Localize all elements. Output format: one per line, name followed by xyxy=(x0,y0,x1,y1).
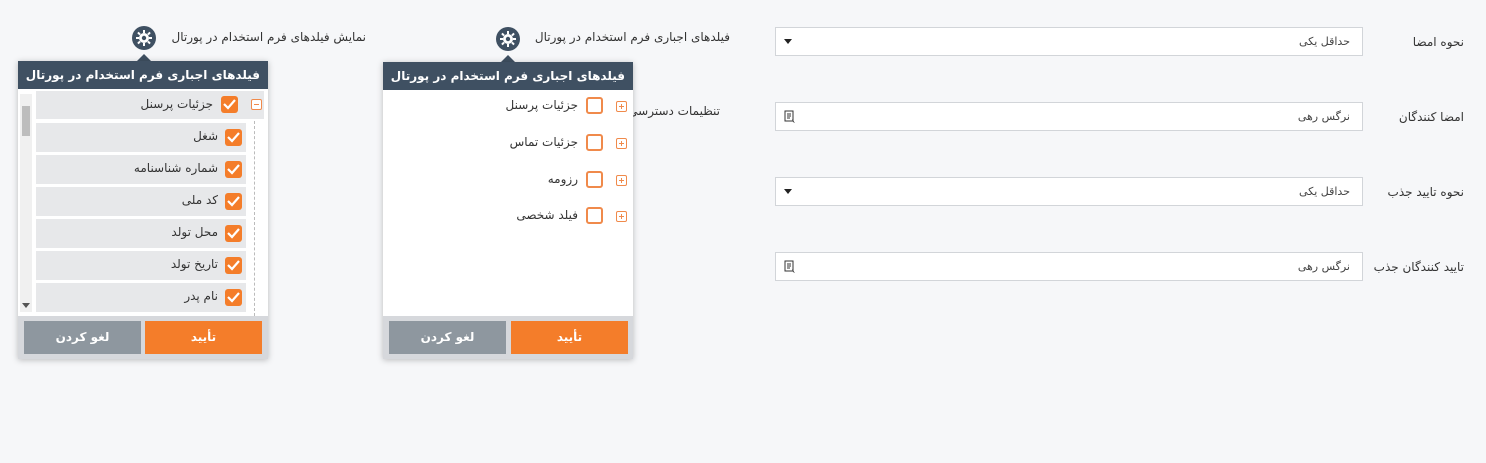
list-item-label: تاریخ تولد xyxy=(170,257,218,271)
checkbox-icon[interactable] xyxy=(586,134,603,151)
tree-line xyxy=(254,121,255,316)
checkbox-icon[interactable] xyxy=(225,257,242,274)
left-header-label: نمایش فیلدهای فرم استخدام در پورتال xyxy=(171,30,366,44)
hire-confirmers-value: نرگس رهی xyxy=(1297,260,1350,273)
left-panel-title: فیلدهای اجباری فرم استخدام در پورتال xyxy=(18,61,268,89)
cancel-button[interactable]: لغو کردن xyxy=(389,321,506,354)
panel-pointer xyxy=(501,55,515,62)
lookup-icon[interactable] xyxy=(784,110,796,124)
list-item-label: محل تولد xyxy=(171,225,218,239)
hire-confirm-mode-value: حداقل یکی xyxy=(1298,185,1350,198)
gear-icon[interactable] xyxy=(496,27,520,51)
list-item-label: شغل xyxy=(193,129,218,143)
chevron-down-icon[interactable] xyxy=(784,39,792,44)
mid-panel-title: فیلدهای اجباری فرم استخدام در پورتال xyxy=(383,62,633,90)
left-panel-footer: لغو کردن تأیید xyxy=(18,316,268,359)
checkbox-icon[interactable] xyxy=(586,171,603,188)
hire-confirm-mode-label: نحوه تایید جذب xyxy=(1387,185,1464,199)
signature-mode-value: حداقل یکی xyxy=(1298,35,1350,48)
list-item-label: جزئیات پرسنل xyxy=(505,98,579,112)
list-item-label: جزئیات تماس xyxy=(509,135,578,149)
checkbox-icon[interactable] xyxy=(225,225,242,242)
mid-panel-footer: لغو کردن تأیید xyxy=(383,316,633,359)
list-item-label: شماره شناسنامه xyxy=(133,161,218,175)
list-item-label: رزومه xyxy=(547,172,578,186)
hire-confirmers-field[interactable]: نرگس رهی xyxy=(775,252,1363,281)
expand-icon[interactable] xyxy=(616,175,627,186)
list-item-label: فیلد شخصی xyxy=(516,208,578,222)
scrollbar[interactable] xyxy=(20,94,32,312)
collapse-icon[interactable] xyxy=(251,99,262,110)
checkbox-icon[interactable] xyxy=(586,97,603,114)
confirm-button[interactable]: تأیید xyxy=(511,321,628,354)
checkbox-icon[interactable] xyxy=(221,96,238,113)
cancel-button[interactable]: لغو کردن xyxy=(24,321,141,354)
left-fields-panel: فیلدهای اجباری فرم استخدام در پورتال جزئ… xyxy=(18,61,268,359)
signers-value: نرگس رهی xyxy=(1297,110,1350,123)
panel-pointer xyxy=(137,54,151,61)
expand-icon[interactable] xyxy=(616,138,627,149)
gear-icon[interactable] xyxy=(132,26,156,50)
checkbox-icon[interactable] xyxy=(225,193,242,210)
checkbox-icon[interactable] xyxy=(586,207,603,224)
mid-header-label: فیلدهای اجباری فرم استخدام در پورتال xyxy=(534,30,730,44)
scrollbar-thumb[interactable] xyxy=(22,106,30,136)
expand-icon[interactable] xyxy=(616,211,627,222)
chevron-down-icon[interactable] xyxy=(22,303,30,309)
checkbox-icon[interactable] xyxy=(225,161,242,178)
checkbox-icon[interactable] xyxy=(225,129,242,146)
signature-mode-label: نحوه امضا xyxy=(1412,35,1464,49)
signers-label: امضا کنندگان xyxy=(1398,110,1464,124)
list-item-label: کد ملی xyxy=(181,193,218,207)
gear-icon xyxy=(500,31,516,47)
signature-mode-select[interactable]: حداقل یکی xyxy=(775,27,1363,56)
lookup-icon[interactable] xyxy=(784,260,796,274)
tree-parent-label: جزئیات پرسنل xyxy=(140,97,214,111)
expand-icon[interactable] xyxy=(616,101,627,112)
gear-icon xyxy=(136,30,152,46)
signers-field[interactable]: نرگس رهی xyxy=(775,102,1363,131)
list-item-label: نام پدر xyxy=(184,289,218,303)
checkbox-icon[interactable] xyxy=(225,289,242,306)
chevron-down-icon[interactable] xyxy=(784,189,792,194)
confirm-button[interactable]: تأیید xyxy=(145,321,262,354)
hire-confirm-mode-select[interactable]: حداقل یکی xyxy=(775,177,1363,206)
mid-fields-panel: فیلدهای اجباری فرم استخدام در پورتال جزئ… xyxy=(383,62,633,359)
